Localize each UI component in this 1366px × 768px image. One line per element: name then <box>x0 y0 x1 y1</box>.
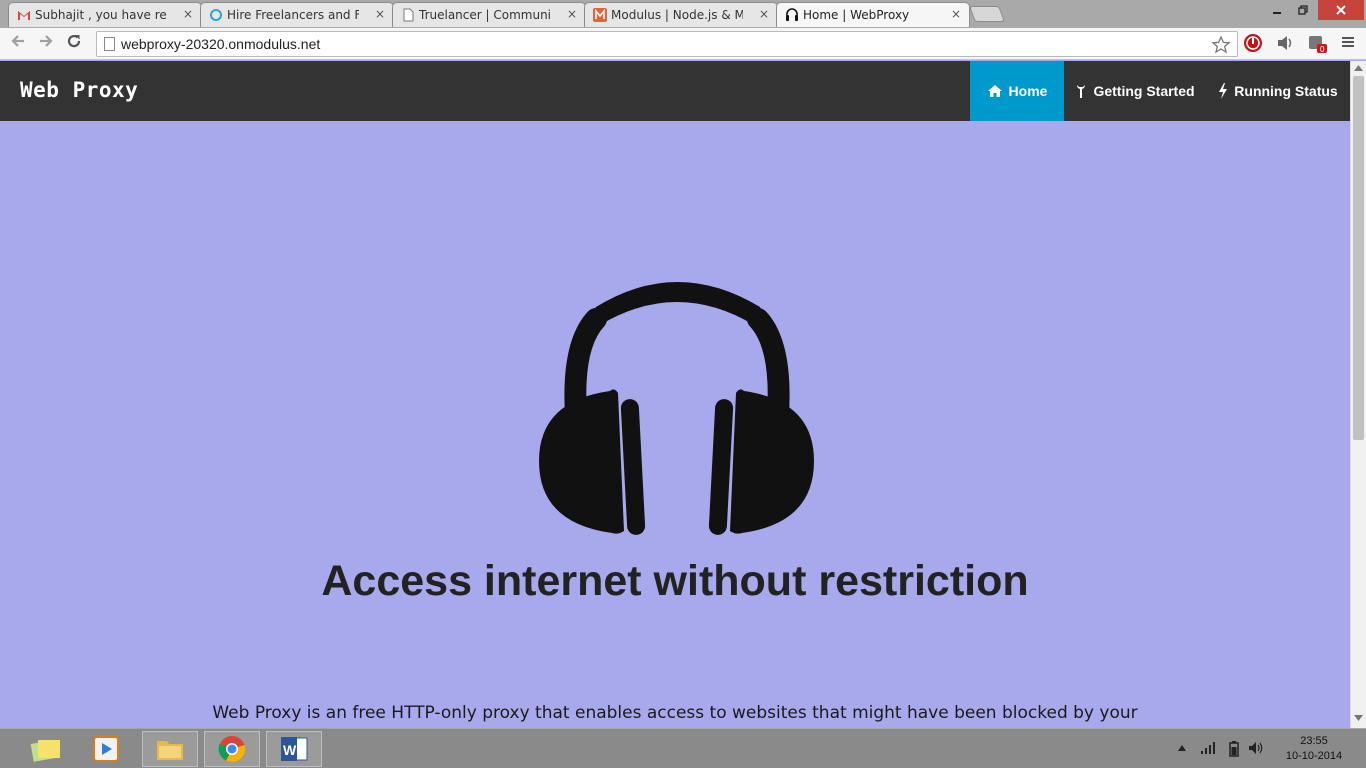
battery-icon[interactable] <box>1228 741 1240 757</box>
speaker-icon <box>1278 36 1292 50</box>
tab-label: Truelancer | Community c <box>419 8 551 22</box>
close-icon[interactable]: × <box>951 7 961 21</box>
restore-icon <box>1298 5 1308 15</box>
back-arrow-icon <box>11 35 24 47</box>
tab-gmail[interactable]: Subhajit , you have receiv × <box>8 2 202 27</box>
media-player-icon <box>93 736 119 762</box>
hero-description: Web Proxy is an free HTTP-only proxy tha… <box>212 703 1138 723</box>
tab-label: Modulus | Node.js & Mon <box>611 8 743 22</box>
nav-running-status[interactable]: Running Status <box>1206 61 1350 121</box>
taskbar-app-stickynotes[interactable] <box>18 731 74 767</box>
bookmark-star-icon[interactable] <box>1211 35 1231 55</box>
close-icon <box>1336 5 1346 15</box>
close-icon[interactable]: × <box>567 7 577 21</box>
page-icon <box>403 8 414 22</box>
clock-date: 10-10-2014 <box>1285 750 1343 762</box>
show-hidden-icons-icon[interactable] <box>1178 745 1186 751</box>
svg-text:W: W <box>283 742 297 758</box>
nav-home-label: Home <box>1008 83 1048 99</box>
hamburger-menu-icon <box>1342 37 1354 47</box>
nav-getting-started-label: Getting Started <box>1093 83 1195 99</box>
extension-badge-button[interactable]: 0 <box>1306 32 1330 56</box>
scroll-up-icon[interactable] <box>1354 65 1363 71</box>
window-close-button[interactable] <box>1318 0 1364 20</box>
taskbar-app-word[interactable]: W <box>266 731 322 767</box>
modulus-icon <box>593 8 607 22</box>
close-icon[interactable]: × <box>183 7 193 21</box>
svg-text:0: 0 <box>1320 45 1325 54</box>
tab-modulus[interactable]: Modulus | Node.js & Mon × <box>584 2 778 27</box>
address-bar[interactable]: webproxy-20320.onmodulus.net <box>96 31 1238 57</box>
sticky-notes-icon <box>30 740 60 762</box>
tab-label: Subhajit , you have receiv <box>35 8 167 22</box>
adblock-extension-button[interactable] <box>1242 32 1266 56</box>
network-signal-icon[interactable] <box>1200 741 1216 755</box>
taskbar-app-chrome[interactable] <box>204 731 260 767</box>
site-navbar: Web Proxy Home Getting Started Running S… <box>0 61 1350 121</box>
taskbar-app-explorer[interactable] <box>142 731 198 767</box>
windows-taskbar: W 23:55 10-10-2014 <box>0 728 1366 768</box>
folder-icon <box>157 741 183 760</box>
headphones-icon <box>539 282 814 535</box>
back-button[interactable] <box>6 32 30 56</box>
close-icon[interactable]: × <box>759 7 769 21</box>
url-text: webproxy-20320.onmodulus.net <box>121 36 321 52</box>
freelancer-icon <box>210 9 222 21</box>
new-tab-button[interactable] <box>969 6 1005 22</box>
restore-button[interactable] <box>1290 0 1316 20</box>
nav-running-status-label: Running Status <box>1234 83 1338 99</box>
word-icon: W <box>281 737 308 761</box>
taskbar-app-mediaplayer[interactable] <box>78 731 134 767</box>
chrome-icon <box>218 736 246 763</box>
clock-time: 23:55 <box>1300 735 1328 747</box>
gmail-icon <box>18 11 30 20</box>
hero-headline: Access internet without restriction <box>321 557 1029 605</box>
wrench-icon <box>1077 85 1086 98</box>
minimize-icon <box>1273 12 1281 14</box>
system-clock[interactable]: 23:55 10-10-2014 <box>1270 734 1358 764</box>
tab-truelancer[interactable]: Truelancer | Community c × <box>392 2 586 27</box>
bolt-icon <box>1219 83 1228 99</box>
tab-label: Hire Freelancers and Find <box>227 8 359 22</box>
chrome-menu-button[interactable] <box>1338 32 1362 56</box>
home-icon <box>987 85 1002 97</box>
reload-button[interactable] <box>62 32 86 56</box>
scrollbar-thumb[interactable] <box>1353 76 1364 440</box>
nav-home[interactable]: Home <box>970 61 1064 121</box>
close-icon[interactable]: × <box>375 7 385 21</box>
speaker-extension-button[interactable] <box>1274 32 1298 56</box>
minimize-button[interactable] <box>1264 0 1290 20</box>
browser-toolbar: webproxy-20320.onmodulus.net 0 <box>0 28 1366 60</box>
forward-button[interactable] <box>34 32 58 56</box>
volume-icon[interactable] <box>1248 741 1264 755</box>
nav-getting-started[interactable]: Getting Started <box>1064 61 1206 121</box>
reload-icon <box>67 34 81 48</box>
extension-icon: 0 <box>1309 36 1327 54</box>
site-brand-link[interactable]: Web Proxy <box>20 78 138 102</box>
page-icon <box>104 37 115 51</box>
forward-arrow-icon <box>40 35 53 47</box>
tab-strip: Subhajit , you have receiv × Hire Freela… <box>0 0 1366 28</box>
tab-webproxy[interactable]: Home | WebProxy × <box>776 2 970 27</box>
page-scrollbar[interactable] <box>1350 61 1366 728</box>
tab-freelancer[interactable]: Hire Freelancers and Find × <box>200 2 394 27</box>
headphones-icon <box>786 8 798 21</box>
scroll-down-icon[interactable] <box>1354 715 1363 721</box>
tab-label: Home | WebProxy <box>803 8 910 22</box>
page-viewport: Web Proxy Home Getting Started Running S… <box>0 61 1350 728</box>
stop-sign-icon <box>1244 34 1262 52</box>
